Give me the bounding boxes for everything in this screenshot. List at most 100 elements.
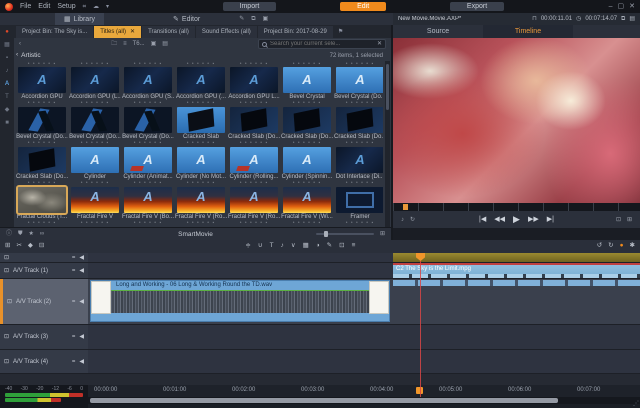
resize-grip-icon[interactable]: ⋰ — [633, 401, 639, 407]
title-thumbnail[interactable]: A — [71, 67, 119, 93]
frame-forward-button[interactable]: ▶▶ — [528, 216, 539, 223]
library-item[interactable]: Bevel Crystal (Do...• • • • • ▪ — [16, 107, 68, 147]
back-icon[interactable]: ‹ — [19, 41, 21, 47]
film-icon[interactable]: ▣ — [263, 16, 269, 22]
camera-toggle-icon[interactable]: ⊡ — [4, 255, 9, 261]
menu-edit[interactable]: Edit — [38, 3, 50, 10]
trashcan-icon[interactable]: ⊟ — [39, 243, 44, 250]
transitions-icon[interactable]: ◆ — [5, 107, 10, 113]
track-header-3[interactable]: ⊡ A/V Track (3) = ◀ — [0, 325, 88, 349]
library-item[interactable]: ADot Interlace (Di...• • • • • ▪ — [334, 147, 383, 187]
search-input[interactable] — [270, 41, 374, 47]
camera-icon[interactable]: ⊡ — [339, 243, 344, 250]
mute-icon[interactable]: ◀ — [79, 334, 84, 340]
title-thumbnail[interactable]: A — [230, 147, 278, 173]
title-thumbnail[interactable]: A — [177, 67, 225, 93]
goto-start-button[interactable]: |◀ — [479, 216, 486, 223]
export-button[interactable]: Export — [450, 2, 504, 11]
keyboard-icon[interactable]: ⌗ — [83, 4, 86, 10]
volume-icon[interactable]: ♪ — [401, 217, 404, 223]
undo-icon[interactable]: ↺ — [597, 243, 602, 250]
library-item[interactable]: ACylinder (Rolling...• • • • • ▪ — [228, 147, 280, 187]
rating-filter-icon[interactable]: ★ — [29, 231, 34, 237]
library-item[interactable]: Fractal Clouds (T...• • • • • ▪ — [16, 187, 68, 227]
project-bin-icon[interactable]: ● — [5, 29, 9, 35]
tag-icon[interactable]: ⛊ — [18, 231, 23, 237]
scrub-position-marker[interactable] — [403, 204, 408, 210]
library-item[interactable]: AAccordion GPU (S...• • • • • ▪ — [122, 67, 174, 107]
title-editor-icon[interactable]: T — [270, 243, 274, 250]
library-tab-titles[interactable]: Titles (all) ✕ — [94, 26, 141, 38]
marker-icon[interactable]: ◆ — [28, 243, 33, 250]
title-thumbnail[interactable]: A — [283, 187, 331, 213]
loop-icon[interactable]: ↻ — [410, 217, 415, 223]
library-item[interactable]: Cracked Slab• • • • • ▪ — [175, 107, 227, 147]
folder-icon[interactable]: 🗀 — [111, 41, 117, 47]
import-button[interactable]: Import — [223, 2, 277, 11]
search-box[interactable]: ✕ — [258, 39, 386, 49]
info-icon[interactable]: ⓘ — [6, 231, 12, 237]
mute-icon[interactable]: ◀ — [79, 299, 84, 305]
pen-icon[interactable]: ✎ — [327, 243, 332, 250]
dropdown-icon[interactable]: ∨ — [291, 243, 296, 250]
title-thumbnail[interactable]: A — [283, 67, 331, 93]
track-header-2[interactable]: ⊡ A/V Track (2) = ◀ — [0, 279, 88, 324]
frame-back-button[interactable]: ◀◀ — [494, 216, 505, 223]
music-clip[interactable]: Long and Working - 06 Long & Working Rou… — [90, 280, 390, 322]
lock-icon[interactable]: = — [72, 359, 76, 365]
title-thumbnail[interactable]: A — [336, 147, 383, 173]
preview-scrub-bar[interactable] — [393, 203, 640, 211]
library-item[interactable]: Bevel Crystal (Do...• • • • • ▪ — [122, 107, 174, 147]
library-item[interactable]: ABevel Crystal (Do...• • • • • ▪ — [334, 67, 383, 107]
copy-icon[interactable]: ⧉ — [251, 16, 255, 22]
library-tab-sound-effects[interactable]: Sound Effects (all) — [196, 26, 257, 38]
title-thumbnail[interactable]: A — [177, 147, 225, 173]
zoom-slider-thumb[interactable] — [324, 231, 328, 237]
track-header-4[interactable]: ⊡ A/V Track (4) = ◀ — [0, 350, 88, 373]
title-thumbnail[interactable] — [283, 107, 331, 133]
track-content-top[interactable] — [88, 253, 640, 262]
title-thumbnail[interactable] — [336, 187, 383, 213]
library-item[interactable]: AAccordion GPU• • • • • ▪ — [16, 67, 68, 107]
title-thumbnail[interactable] — [18, 187, 66, 213]
clapperboard-icon[interactable]: ▤ — [629, 16, 635, 22]
lock-icon[interactable]: = — [72, 268, 76, 274]
title-thumbnail[interactable]: A — [18, 67, 66, 93]
camera-toggle-icon[interactable]: ⊡ — [4, 334, 9, 340]
library-item[interactable]: AAccordion GPU (...• • • • • ▪ — [175, 67, 227, 107]
title-thumbnail[interactable]: A — [230, 67, 278, 93]
title-thumbnail[interactable]: A — [71, 147, 119, 173]
mute-icon[interactable]: ◀ — [79, 359, 84, 365]
maximize-button[interactable]: ▢ — [617, 3, 624, 10]
title-thumbnail[interactable]: A — [336, 67, 383, 93]
audio-icon[interactable]: ♪ — [6, 68, 9, 74]
audio-mixer-icon[interactable]: ≑ — [245, 243, 250, 250]
library-item[interactable]: AAccordion GPU L...• • • • • ▪ — [228, 67, 280, 107]
close-button[interactable]: ✕ — [629, 3, 635, 10]
settings-icon[interactable]: ✱ — [630, 243, 635, 250]
library-tab-transitions[interactable]: Transitions (all) — [142, 26, 195, 38]
grid-icon[interactable]: ▦ — [303, 243, 309, 250]
scenes-icon[interactable]: ▤ — [162, 41, 168, 47]
library-item[interactable]: AFractal Fire V• • • • • ▪ — [69, 187, 121, 227]
track-content-1[interactable]: C2 The Sky is the Limit.mpg — [88, 263, 640, 278]
razor-icon[interactable]: ✂ — [16, 243, 21, 250]
title-thumbnail[interactable] — [124, 107, 172, 133]
magnet-icon[interactable]: ∪ — [258, 243, 263, 250]
timeline-hscrollbar[interactable] — [88, 397, 640, 404]
storyboard-icon[interactable]: ⊞ — [5, 243, 10, 250]
library-item[interactable]: AFractal Fire V (Bo...• • • • • ▪ — [122, 187, 174, 227]
minimize-button[interactable]: – — [609, 3, 613, 10]
clear-search-icon[interactable]: ✕ — [377, 41, 382, 47]
library-scrollbar[interactable] — [385, 61, 390, 228]
library-item[interactable]: Cracked Slab (Do...• • • • • ▪ — [334, 107, 383, 147]
playhead-line[interactable] — [420, 253, 421, 397]
camera-toggle-icon[interactable]: ⊡ — [4, 359, 9, 365]
fullscreen-icon[interactable]: ⊞ — [627, 217, 632, 223]
title-thumbnail[interactable] — [336, 107, 383, 133]
title-thumbnail[interactable] — [71, 107, 119, 133]
title-thumbnail[interactable]: A — [124, 187, 172, 213]
library-item[interactable]: ACylinder (Spinnin...• • • • • ▪ — [281, 147, 333, 187]
voiceover-icon[interactable]: ♪ — [281, 243, 284, 250]
menu-setup[interactable]: Setup — [57, 3, 75, 10]
